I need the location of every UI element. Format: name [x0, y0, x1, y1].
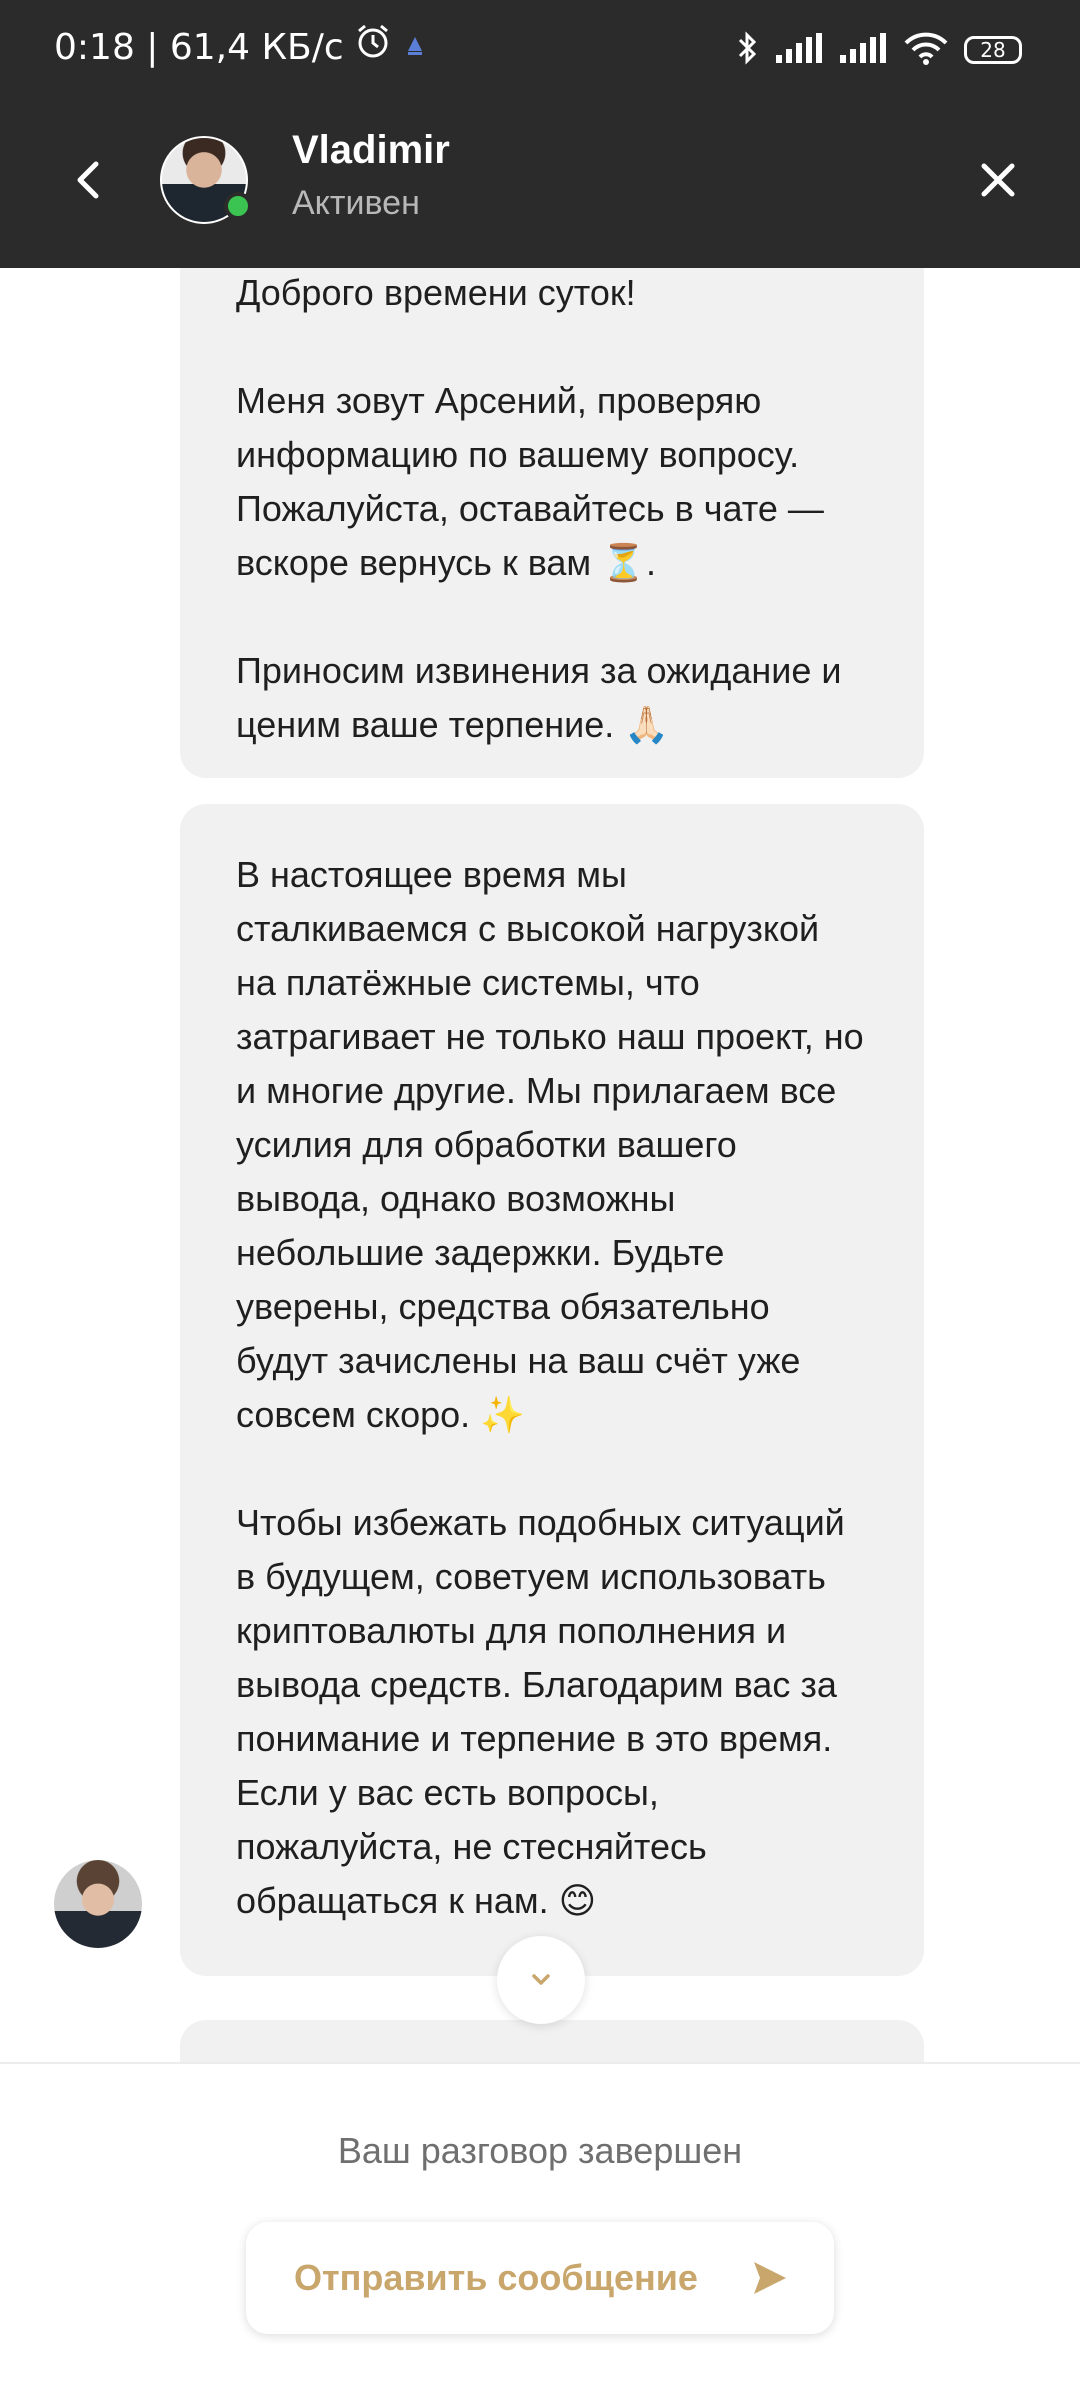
- bluetooth-icon: [736, 30, 760, 70]
- send-message-label: Отправить сообщение: [294, 2257, 698, 2298]
- conversation-ended-text: Ваш разговор завершен: [337, 2130, 743, 2171]
- close-icon: [981, 163, 1015, 197]
- battery-level: 28: [980, 38, 1006, 62]
- chat-footer: Ваш разговор завершен Отправить сообщени…: [0, 2062, 1080, 2400]
- chevron-left-icon: [77, 161, 99, 199]
- send-message-button[interactable]: Отправить сообщение: [246, 2222, 834, 2334]
- operator-status: Активен: [292, 184, 420, 222]
- signal-icon: [840, 33, 888, 67]
- signal-icon: [776, 33, 824, 67]
- message-bubble: [180, 2020, 924, 2062]
- operator-name: Vladimir: [292, 128, 450, 172]
- message-bubble: Доброго времени суток! Меня зовут Арсени…: [180, 268, 924, 778]
- scroll-down-button[interactable]: [497, 1936, 585, 2024]
- message-bubble: В настоящее время мы сталкиваемся с высо…: [180, 804, 924, 1976]
- chat-messages[interactable]: Доброго времени суток! Меня зовут Арсени…: [0, 268, 1080, 2062]
- status-left: 0:18 | 61,4 КБ/с: [54, 22, 428, 74]
- chat-header: Vladimir Активен: [0, 92, 1080, 268]
- online-status-dot: [224, 192, 252, 220]
- back-button[interactable]: [60, 150, 120, 210]
- wifi-icon: [904, 31, 948, 69]
- notification-icon: [402, 23, 428, 73]
- send-icon: [754, 2262, 786, 2294]
- message-text: В настоящее время мы сталкиваемся с высо…: [236, 854, 864, 1921]
- status-time-speed: 0:18 | 61,4 КБ/с: [54, 27, 344, 68]
- operator-avatar: [160, 136, 252, 224]
- message-text: Доброго времени суток! Меня зовут Арсени…: [236, 272, 842, 745]
- status-right: 28: [736, 30, 1022, 70]
- alarm-icon: [354, 22, 392, 74]
- chevron-down-icon: [532, 1974, 550, 1985]
- agent-avatar: [54, 1860, 142, 1948]
- status-bar: 0:18 | 61,4 КБ/с 28: [0, 0, 1080, 92]
- close-button[interactable]: [968, 150, 1028, 210]
- battery-icon: 28: [964, 36, 1022, 64]
